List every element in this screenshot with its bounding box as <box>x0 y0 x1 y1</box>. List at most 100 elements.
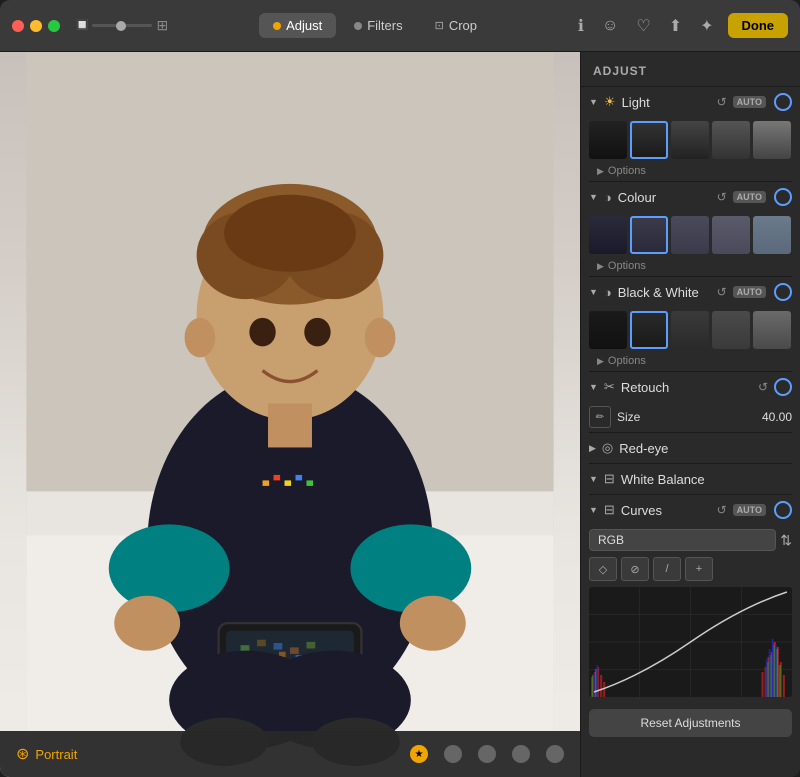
light-toggle[interactable] <box>774 93 792 111</box>
retouch-icon: ✂ <box>604 379 615 395</box>
colour-options-label: Options <box>608 260 646 272</box>
light-thumb-5[interactable] <box>753 121 791 159</box>
bottom-icon-star[interactable]: ★ <box>410 745 428 763</box>
rgb-select-arrow: ⇅ <box>780 532 792 549</box>
colour-thumbnails <box>581 212 800 258</box>
light-section-header[interactable]: ▼ ☀ Light ↺ AUTO <box>581 87 800 117</box>
heart-button[interactable]: ♡ <box>632 12 654 40</box>
retouch-section-header[interactable]: ▼ ✂ Retouch ↺ <box>581 372 800 402</box>
retouch-chevron: ▼ <box>589 382 598 392</box>
bw-thumb-5[interactable] <box>753 311 791 349</box>
portrait-label: Portrait <box>35 747 77 762</box>
colour-thumb-5[interactable] <box>753 216 791 254</box>
share-button[interactable]: ⬆ <box>665 12 686 40</box>
bw-reset-icon[interactable]: ↺ <box>717 285 727 299</box>
bw-thumb-4[interactable] <box>712 311 750 349</box>
tab-crop[interactable]: ⊡ Crop <box>421 13 491 38</box>
colour-auto-badge[interactable]: AUTO <box>733 191 766 203</box>
bottom-icon-3[interactable] <box>512 745 530 763</box>
colour-thumb-3[interactable] <box>671 216 709 254</box>
redeye-icon: ◎ <box>602 440 613 456</box>
light-thumb-3[interactable] <box>671 121 709 159</box>
light-thumb-2[interactable] <box>630 121 668 159</box>
zoom-slider[interactable]: 🔲 ⊞ <box>76 17 168 34</box>
bw-auto-badge[interactable]: AUTO <box>733 286 766 298</box>
maximize-button[interactable] <box>48 20 60 32</box>
redeye-section-header[interactable]: ▶ ◎ Red-eye <box>581 433 800 463</box>
reset-adjustments-button[interactable]: Reset Adjustments <box>589 709 792 737</box>
emoji-button[interactable]: ☺ <box>598 13 622 39</box>
curves-toggle[interactable] <box>774 501 792 519</box>
zoom-in-icon: ⊞ <box>156 17 168 34</box>
bw-section-header[interactable]: ▼ ◑ Black & White ↺ AUTO <box>581 277 800 307</box>
colour-thumb-2[interactable] <box>630 216 668 254</box>
minimize-button[interactable] <box>30 20 42 32</box>
light-options[interactable]: ▶ Options <box>581 163 800 181</box>
main-content: NATURAL <box>0 52 800 777</box>
colour-options[interactable]: ▶ Options <box>581 258 800 276</box>
light-thumb-4[interactable] <box>712 121 750 159</box>
light-auto-badge[interactable]: AUTO <box>733 96 766 108</box>
bw-thumb-2[interactable] <box>630 311 668 349</box>
wb-chevron: ▼ <box>589 474 598 484</box>
retouch-size-row: ✏ Size 40.00 <box>581 402 800 432</box>
crop-label: Crop <box>449 18 477 33</box>
curves-title: Curves <box>621 503 713 518</box>
bottom-icon-1[interactable] <box>444 745 462 763</box>
bw-icon: ◑ <box>604 285 612 300</box>
done-button[interactable]: Done <box>728 13 789 38</box>
curve-tools: ◇ ⊘ / + <box>589 557 792 581</box>
tab-adjust[interactable]: Adjust <box>259 13 336 38</box>
size-label: Size <box>617 410 756 424</box>
light-thumb-1[interactable] <box>589 121 627 159</box>
curves-auto-badge[interactable]: AUTO <box>733 504 766 516</box>
colour-thumb-1[interactable] <box>589 216 627 254</box>
curves-section-header[interactable]: ▼ ⊟ Curves ↺ AUTO <box>581 495 800 525</box>
zoom-out-icon: 🔲 <box>76 20 88 31</box>
colour-section-header[interactable]: ▼ ◑ Colour ↺ AUTO <box>581 182 800 212</box>
curves-controls: RGB Red Green Blue ⇅ ◇ ⊘ / + <box>581 525 800 701</box>
portrait-button[interactable]: ⊛ Portrait <box>16 744 77 764</box>
bw-options-label: Options <box>608 355 646 367</box>
bw-thumbnails <box>581 307 800 353</box>
colour-icon: ◑ <box>604 190 612 205</box>
bw-thumb-3[interactable] <box>671 311 709 349</box>
light-reset-icon[interactable]: ↺ <box>717 95 727 109</box>
whitebalance-section-header[interactable]: ▼ ⊟ White Balance <box>581 464 800 494</box>
retouch-title: Retouch <box>621 380 754 395</box>
filters-dot <box>354 22 362 30</box>
adjust-dot <box>273 22 281 30</box>
rgb-channel-select[interactable]: RGB Red Green Blue <box>589 529 776 551</box>
bottom-icon-4[interactable] <box>546 745 564 763</box>
colour-title: Colour <box>618 190 713 205</box>
pencil-icon[interactable]: ✏ <box>589 406 611 428</box>
curve-tool-eyedropper-dark[interactable]: ◇ <box>589 557 617 581</box>
curves-reset-icon[interactable]: ↺ <box>717 503 727 517</box>
curve-tool-eyedropper-light[interactable]: / <box>653 557 681 581</box>
info-button[interactable]: ℹ <box>574 12 588 40</box>
bottom-icon-2[interactable] <box>478 745 496 763</box>
bw-options-chevron: ▶ <box>597 356 604 367</box>
curve-tool-point[interactable]: + <box>685 557 713 581</box>
curves-chevron: ▼ <box>589 505 598 515</box>
wb-title: White Balance <box>621 472 792 487</box>
curve-tool-eyedropper-mid[interactable]: ⊘ <box>621 557 649 581</box>
zoom-track <box>92 24 152 27</box>
colour-toggle[interactable] <box>774 188 792 206</box>
colour-reset-icon[interactable]: ↺ <box>717 190 727 204</box>
magic-button[interactable]: ✦ <box>696 12 717 40</box>
histogram-svg <box>589 587 792 697</box>
bw-thumb-1[interactable] <box>589 311 627 349</box>
photo-svg <box>0 52 580 777</box>
retouch-reset-icon[interactable]: ↺ <box>758 380 768 394</box>
tab-filters[interactable]: Filters <box>340 13 416 38</box>
redeye-chevron: ▶ <box>589 443 596 454</box>
rgb-select-row: RGB Red Green Blue ⇅ <box>589 529 792 551</box>
light-sun-icon: ☀ <box>604 94 616 110</box>
close-button[interactable] <box>12 20 24 32</box>
retouch-toggle[interactable] <box>774 378 792 396</box>
bw-options[interactable]: ▶ Options <box>581 353 800 371</box>
bw-toggle[interactable] <box>774 283 792 301</box>
colour-thumb-4[interactable] <box>712 216 750 254</box>
colour-options-chevron: ▶ <box>597 261 604 272</box>
